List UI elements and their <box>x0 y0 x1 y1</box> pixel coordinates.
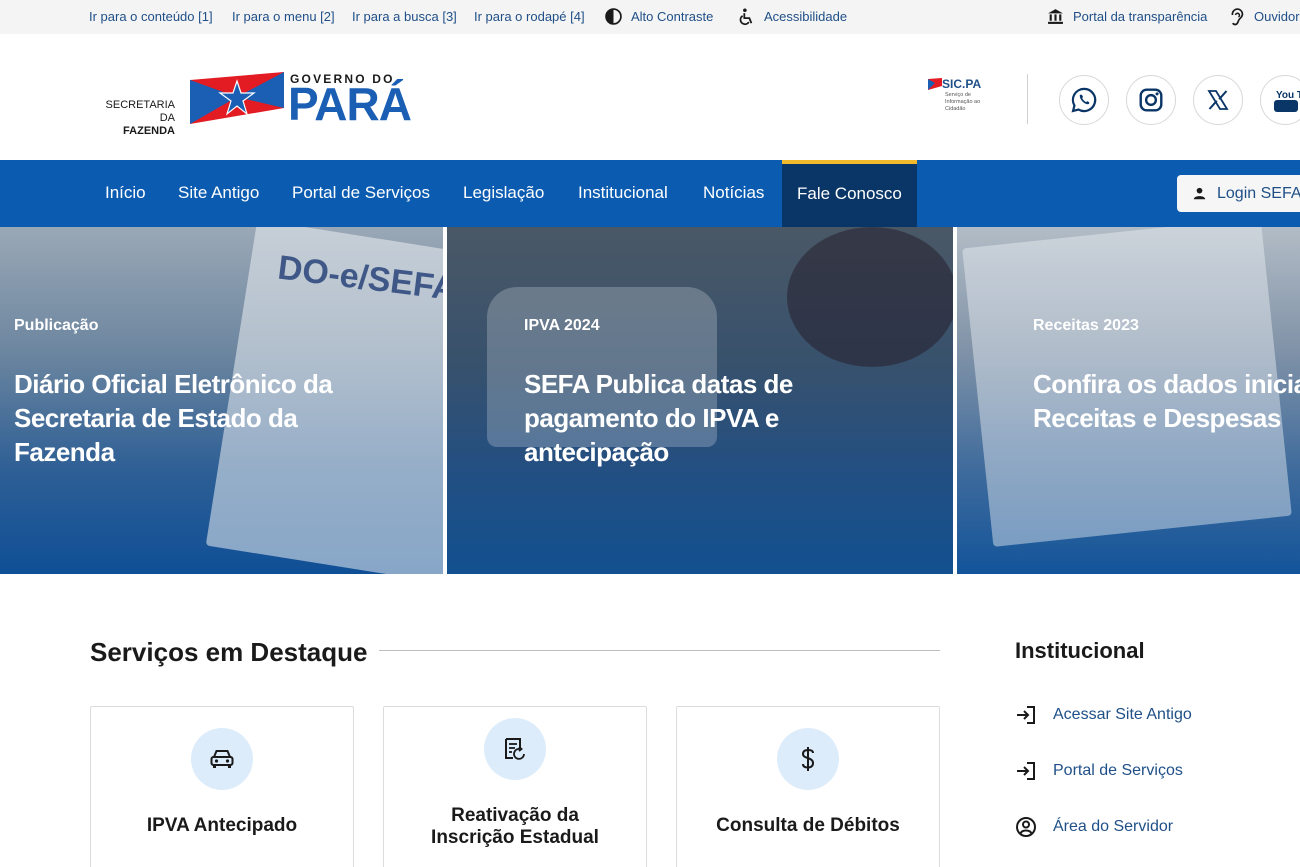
login-sefa-label: Login SEFA <box>1217 185 1300 202</box>
banner-title: Confira os dados iniciais de Receitas e … <box>1033 367 1300 435</box>
banner-title: SEFA Publica datas de pagamento do IPVA … <box>524 367 793 469</box>
dollar-icon <box>801 747 815 771</box>
contrast-icon <box>605 8 622 25</box>
institution-icon <box>1048 9 1063 24</box>
sic-subtitle: Serviço de Informação ao Cidadão <box>945 92 981 112</box>
accessibility-label: Acessibilidade <box>764 9 848 24</box>
helmet-decoration <box>787 227 953 367</box>
main-navigation: Início Site Antigo Portal de Serviços Le… <box>0 160 1300 227</box>
banner-ipva-2024[interactable]: IPVA 2024 SEFA Publica datas de pagament… <box>447 227 953 574</box>
banner-title-line: SEFA Publica datas de <box>524 369 793 399</box>
instagram-button[interactable] <box>1126 75 1176 125</box>
para-flag-logo-icon[interactable] <box>190 72 284 124</box>
sic-pa-logo[interactable]: SIC.PA Serviço de Informação ao Cidadão <box>928 76 998 124</box>
service-card-label: IPVA Antecipado <box>91 815 353 837</box>
nav-item-institucional[interactable]: Institucional <box>578 160 668 227</box>
sic-flag-icon <box>928 78 942 90</box>
institucional-link-portal-servicos[interactable]: Portal de Serviços <box>1015 759 1183 783</box>
service-card-ipva-antecipado[interactable]: IPVA Antecipado <box>90 706 354 867</box>
service-icon-circle <box>191 728 253 790</box>
car-icon <box>210 750 234 768</box>
instagram-icon <box>1139 88 1163 112</box>
service-card-reativacao[interactable]: Reativação da Inscrição Estadual <box>383 706 647 867</box>
nav-item-site-antigo[interactable]: Site Antigo <box>178 160 259 227</box>
nav-item-portal-servicos[interactable]: Portal de Serviços <box>292 160 430 227</box>
services-heading: Serviços em Destaque <box>90 637 368 667</box>
banner-category: IPVA 2024 <box>524 317 600 334</box>
receipt-icon <box>505 738 525 760</box>
whatsapp-icon <box>1071 87 1097 113</box>
institucional-link-site-antigo[interactable]: Acessar Site Antigo <box>1015 703 1192 727</box>
service-card-label-line: IPVA Antecipado <box>146 815 298 836</box>
ombudsman-link[interactable]: Ouvidoria <box>1228 8 1300 26</box>
newspaper-masthead: DO-e/SEFA <box>275 248 443 309</box>
youtube-you-text: You Tube <box>1276 90 1300 101</box>
service-card-consulta-debitos[interactable]: Consulta de Débitos <box>676 706 940 867</box>
site-header: SECRETARIA DA FAZENDA GOVERNO DO PARÁ SI… <box>0 34 1300 160</box>
institucional-heading: Institucional <box>1015 638 1145 663</box>
nav-item-inicio[interactable]: Início <box>105 160 146 227</box>
skip-to-menu-link[interactable]: Ir para o menu [2] <box>232 9 335 24</box>
service-card-label: Consulta de Débitos <box>677 815 939 837</box>
skip-to-footer-link[interactable]: Ir para o rodapé [4] <box>474 9 585 24</box>
header-divider <box>1027 74 1028 124</box>
institucional-link-label: Acessar Site Antigo <box>1053 706 1192 723</box>
whatsapp-button[interactable] <box>1059 75 1109 125</box>
high-contrast-label: Alto Contraste <box>631 9 714 24</box>
ombudsman-label: Ouvidoria <box>1254 9 1300 24</box>
user-circle-icon <box>1016 817 1036 837</box>
banner-category: Receitas 2023 <box>1033 317 1139 334</box>
skip-to-content-link[interactable]: Ir para o conteúdo [1] <box>89 9 213 24</box>
banner-title: Diário Oficial Eletrônico da Secretaria … <box>14 367 333 469</box>
service-icon-circle <box>777 728 839 790</box>
login-arrow-icon <box>1017 762 1035 780</box>
ear-icon <box>1231 8 1244 26</box>
wheelchair-icon <box>739 8 753 26</box>
banner-receitas-2023[interactable]: Receitas 2023 Confira os dados iniciais … <box>957 227 1300 574</box>
x-icon <box>1207 90 1229 110</box>
nav-item-noticias[interactable]: Notícias <box>703 160 764 227</box>
banner-title-line: Diário Oficial Eletrônico da <box>14 369 333 399</box>
banner-category: Publicação <box>14 317 99 334</box>
sefa-logo-text[interactable]: SECRETARIA DA FAZENDA <box>94 99 175 138</box>
login-sefa-button[interactable]: Login SEFA <box>1177 175 1300 212</box>
service-card-label: Reativação da Inscrição Estadual <box>384 805 646 849</box>
skip-to-search-link[interactable]: Ir para a busca [3] <box>352 9 457 24</box>
institucional-link-label: Portal de Serviços <box>1053 762 1183 779</box>
banner-title-line: antecipação <box>524 437 669 467</box>
x-twitter-button[interactable] <box>1193 75 1243 125</box>
service-card-label-line: Inscrição Estadual <box>431 827 599 848</box>
banner-title-line: Confira os dados iniciais de <box>1033 369 1300 399</box>
nav-item-fale-conosco[interactable]: Fale Conosco <box>782 160 917 227</box>
accessibility-link[interactable]: Acessibilidade <box>737 8 848 26</box>
institucional-link-label: Área do Servidor <box>1053 818 1174 835</box>
banner-title-line: pagamento do IPVA e <box>524 403 779 433</box>
transparency-portal-label: Portal da transparência <box>1073 9 1208 24</box>
sefa-line2: FAZENDA <box>123 125 175 137</box>
login-arrow-icon <box>1017 706 1035 724</box>
accessibility-bar: Ir para o conteúdo [1] Ir para o menu [2… <box>0 0 1300 34</box>
sefa-line1: SECRETARIA DA <box>105 99 175 124</box>
user-icon <box>1193 187 1206 200</box>
youtube-button[interactable]: You Tube <box>1260 75 1300 125</box>
para-label: PARÁ <box>288 78 412 130</box>
banner-title-line: Fazenda <box>14 437 115 467</box>
nav-item-legislacao[interactable]: Legislação <box>463 160 544 227</box>
banner-diario-oficial[interactable]: DO-e/SEFA Publicação Diário Oficial Elet… <box>0 227 443 574</box>
services-heading-rule <box>379 650 940 651</box>
service-card-label-line: Reativação da <box>451 805 579 826</box>
high-contrast-toggle[interactable]: Alto Contraste <box>605 8 714 25</box>
institucional-link-area-servidor[interactable]: Área do Servidor <box>1015 815 1173 839</box>
youtube-icon: You Tube <box>1274 90 1300 112</box>
sic-title: SIC.PA <box>942 77 982 91</box>
banner-title-line: Receitas e Despesas <box>1033 403 1281 433</box>
service-card-label-line: Consulta de Débitos <box>716 815 900 836</box>
transparency-portal-link[interactable]: Portal da transparência <box>1047 9 1207 25</box>
banner-title-line: Secretaria de Estado da <box>14 403 298 433</box>
service-icon-circle <box>484 718 546 780</box>
